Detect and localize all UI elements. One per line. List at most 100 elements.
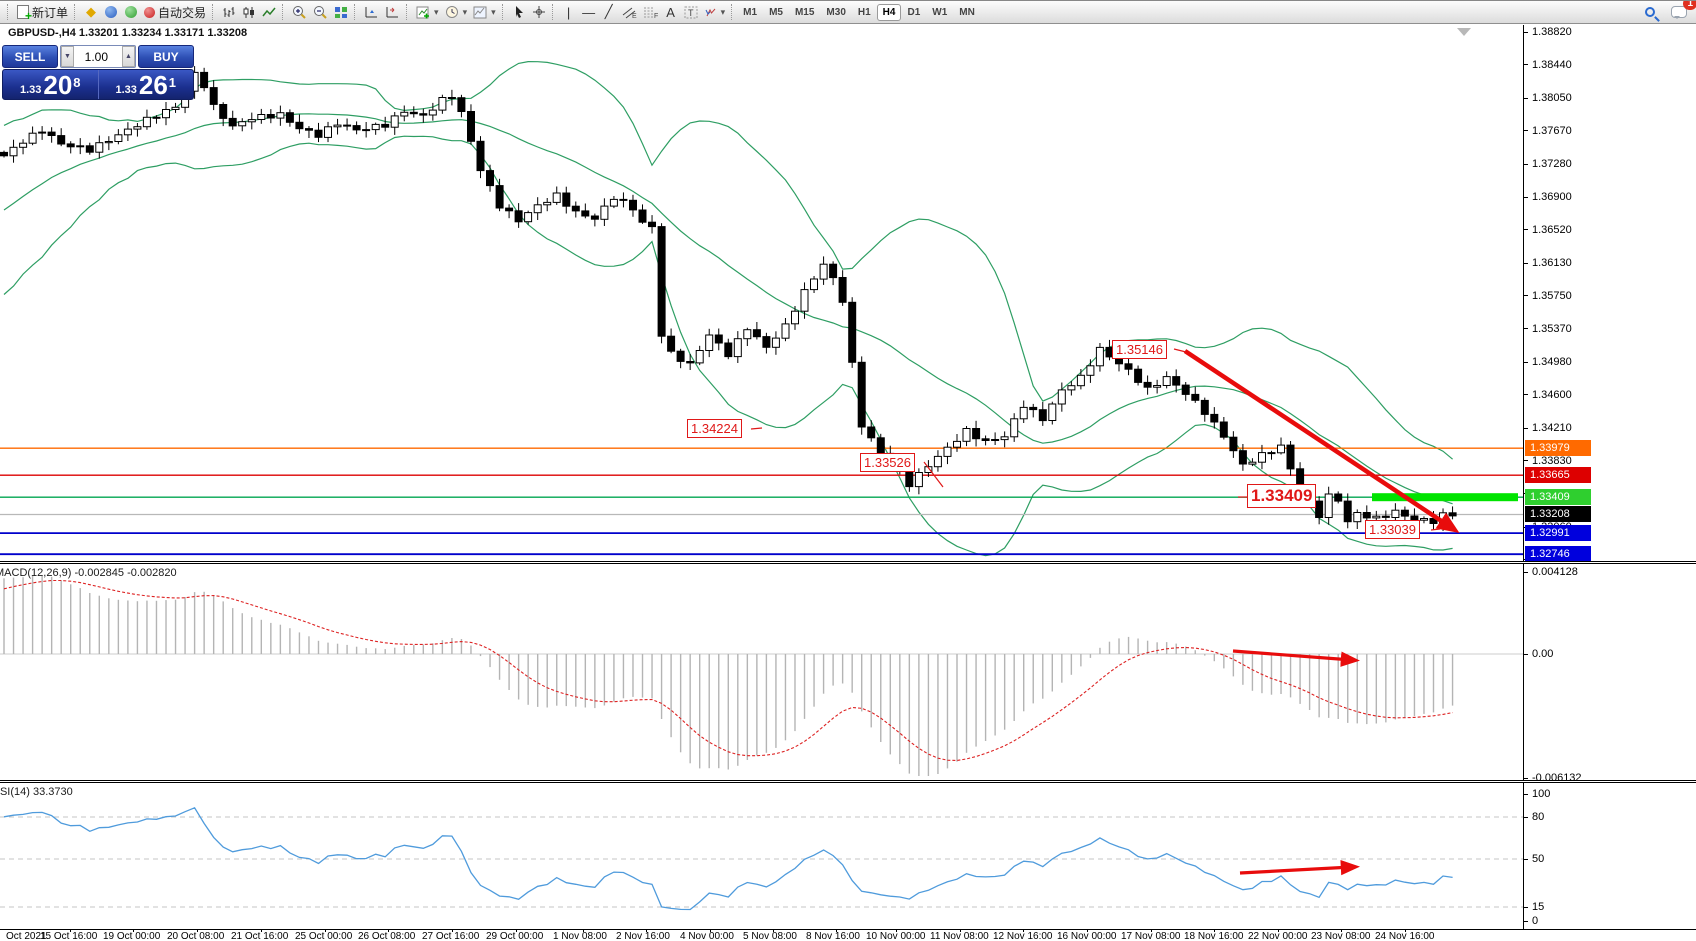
cursor-tool-button[interactable] [509, 2, 529, 22]
text-label-tool[interactable]: T [681, 2, 701, 22]
time-axis[interactable]: Oct 202115 Oct 16:0019 Oct 00:0020 Oct 0… [0, 931, 1696, 941]
price-tick-mark [1523, 130, 1528, 131]
time-axis-label: 5 Nov 08:00 [743, 931, 797, 941]
indicators-icon [416, 6, 430, 19]
chart-shift-button[interactable] [382, 2, 403, 22]
timeframe-m15[interactable]: M15 [790, 5, 819, 20]
rsi-tick-mark [1523, 859, 1528, 860]
auto-scroll-icon [364, 6, 379, 19]
price-tick-mark [1523, 164, 1528, 165]
toolbar-grip[interactable] [552, 4, 556, 20]
timeframe-w1[interactable]: W1 [927, 5, 952, 20]
rsi-annotation-arrow[interactable] [1240, 867, 1352, 873]
price-annotation[interactable]: 1.35146 [1112, 340, 1167, 359]
bar-chart-icon [222, 6, 236, 19]
indicators-menu-button[interactable] [413, 2, 442, 22]
price-annotation[interactable]: 1.33039 [1365, 520, 1420, 539]
price-level-chip: 1.33208 [1525, 506, 1591, 522]
price-tick-label: 1.35750 [1532, 290, 1572, 302]
candlestick-chart[interactable] [0, 25, 1523, 561]
timeframe-d1[interactable]: D1 [902, 5, 925, 20]
buy-button[interactable]: BUY [138, 45, 194, 68]
toolbar-grip[interactable] [212, 4, 216, 20]
price-annotation[interactable]: 1.33409 [1247, 484, 1316, 508]
rsi-chart[interactable] [0, 783, 1523, 929]
text-tool[interactable]: A [661, 2, 681, 22]
zoom-in-button[interactable] [289, 2, 310, 22]
timeframe-m30[interactable]: M30 [821, 5, 850, 20]
rsi-tick-mark [1523, 817, 1528, 818]
sell-button[interactable]: SELL [2, 45, 58, 68]
timeframe-bar: M1M5M15M30H1H4D1W1MN [738, 5, 980, 20]
toolbar-grip[interactable] [406, 4, 410, 20]
tile-windows-button[interactable] [331, 2, 351, 22]
market-button[interactable] [101, 2, 121, 22]
sell-price-big: 20 [43, 73, 72, 97]
pane-separator[interactable] [0, 561, 1696, 564]
price-tick-label: 1.38440 [1532, 59, 1572, 71]
chart-shift-icon [385, 6, 400, 19]
vertical-line-tool[interactable]: | [559, 2, 579, 22]
price-tick-mark [1523, 362, 1528, 363]
fibonacci-tool[interactable]: F [640, 2, 661, 22]
price-annotation[interactable]: 1.33526 [860, 453, 915, 472]
zoom-out-button[interactable] [310, 2, 331, 22]
toolbar-grip[interactable] [502, 4, 506, 20]
price-tick-label: 1.35370 [1532, 323, 1572, 335]
horizontal-line-tool[interactable]: — [579, 2, 599, 22]
timeframe-m5[interactable]: M5 [764, 5, 788, 20]
time-axis-label: 20 Oct 08:00 [167, 931, 224, 941]
macd-label: MACD(12,26,9) -0.002845 -0.002820 [0, 567, 177, 579]
channel-tool[interactable]: E [619, 2, 640, 22]
rsi-tick-label: 0 [1532, 915, 1538, 927]
buy-price[interactable]: 1.33 26 1 [99, 70, 194, 99]
svg-text:F: F [654, 13, 658, 19]
price-level-chip: 1.33665 [1525, 467, 1591, 483]
arrows-tool[interactable] [701, 2, 729, 22]
zoom-in-icon [292, 5, 307, 19]
new-order-button[interactable]: 新订单 [14, 2, 71, 22]
rsi-tick-mark [1523, 921, 1528, 922]
autotrading-button[interactable]: 自动交易 [141, 2, 209, 22]
arrows-icon [704, 6, 717, 19]
pane-separator[interactable] [0, 780, 1696, 783]
toolbar-grip[interactable] [7, 4, 11, 20]
tile-windows-icon [334, 6, 348, 19]
crosshair-tool-button[interactable] [529, 2, 549, 22]
bar-chart-mode-button[interactable] [219, 2, 239, 22]
trendline-tool[interactable]: ╱ [599, 2, 619, 22]
price-level-chip: 1.32991 [1525, 525, 1591, 541]
time-axis-label: 19 Oct 00:00 [103, 931, 160, 941]
autotrading-label: 自动交易 [158, 4, 206, 21]
timeframe-h1[interactable]: H1 [853, 5, 876, 20]
sell-price-prefix: 1.33 [20, 83, 41, 97]
signals-button[interactable] [121, 2, 141, 22]
metaeditor-button[interactable]: ◆ [81, 2, 101, 22]
rsi-label: RSI(14) 33.3730 [0, 786, 73, 798]
toolbar-grip[interactable] [74, 4, 78, 20]
macd-annotation-arrow[interactable] [1233, 651, 1352, 660]
sell-price[interactable]: 1.33 20 8 [3, 70, 99, 99]
line-chart-mode-button[interactable] [259, 2, 279, 22]
toolbar-grip[interactable] [282, 4, 286, 20]
toolbar-grip[interactable] [354, 4, 358, 20]
chart-shift-marker[interactable] [1457, 28, 1471, 36]
price-scale[interactable]: 1.388201.384401.380501.376701.372801.369… [1523, 1, 1696, 941]
macd-chart[interactable] [0, 564, 1523, 780]
toolbar-grip[interactable] [731, 4, 735, 20]
templates-menu-button[interactable] [470, 2, 499, 22]
periods-menu-button[interactable] [442, 2, 471, 22]
price-tick-mark [1523, 328, 1528, 329]
price-annotation[interactable]: 1.34224 [687, 419, 742, 438]
auto-scroll-button[interactable] [361, 2, 382, 22]
volume-value[interactable]: 1.00 [74, 46, 122, 67]
support-level-bar[interactable] [1372, 493, 1518, 501]
price-tick-label: 1.34980 [1532, 356, 1572, 368]
candle-chart-mode-button[interactable] [239, 2, 259, 22]
timeframe-m1[interactable]: M1 [738, 5, 762, 20]
timeframe-h4[interactable]: H4 [878, 5, 901, 20]
volume-decrease-button[interactable]: ▼ [61, 46, 74, 67]
timeframe-mn[interactable]: MN [954, 5, 980, 20]
volume-increase-button[interactable]: ▲ [122, 46, 135, 67]
volume-stepper: ▼ 1.00 ▲ [60, 45, 136, 68]
